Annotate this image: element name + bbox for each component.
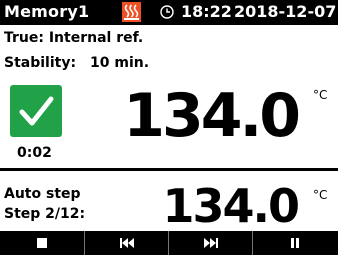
status-bar: Memory1 18:22 2018-12-07: [0, 0, 338, 25]
reference-info: True: Internal ref.: [4, 30, 144, 46]
program-title: Memory1: [4, 2, 90, 21]
main-temperature-unit: °C: [313, 88, 328, 102]
clock-date: 2018-12-07: [234, 2, 337, 21]
main-temperature: 134.0: [123, 81, 301, 151]
skip-back-icon: [120, 238, 134, 248]
step-temperature: 134.0: [162, 179, 300, 233]
heating-icon: [122, 2, 141, 22]
clock-time: 18:22: [181, 2, 232, 21]
control-bar: [0, 231, 338, 255]
step-counter: Step 2/12:: [4, 206, 86, 222]
clock-icon: [160, 4, 174, 19]
stop-button[interactable]: [0, 231, 84, 255]
skip-back-button[interactable]: [84, 231, 169, 255]
pause-button[interactable]: [252, 231, 337, 255]
elapsed-time: 0:02: [17, 145, 52, 161]
stability-label: Stability:: [4, 55, 77, 71]
stability-value: 10 min.: [90, 55, 150, 71]
stability-info: Stability: 10 min.: [4, 55, 149, 71]
auto-step-label: Auto step: [4, 186, 81, 202]
stop-icon: [37, 238, 47, 248]
checkmark-icon: [19, 96, 54, 126]
skip-forward-button[interactable]: [168, 231, 253, 255]
stable-status-indicator: [10, 85, 62, 137]
skip-forward-icon: [204, 238, 218, 248]
divider: [0, 168, 338, 171]
step-temperature-unit: °C: [313, 188, 328, 202]
pause-icon: [291, 238, 299, 248]
